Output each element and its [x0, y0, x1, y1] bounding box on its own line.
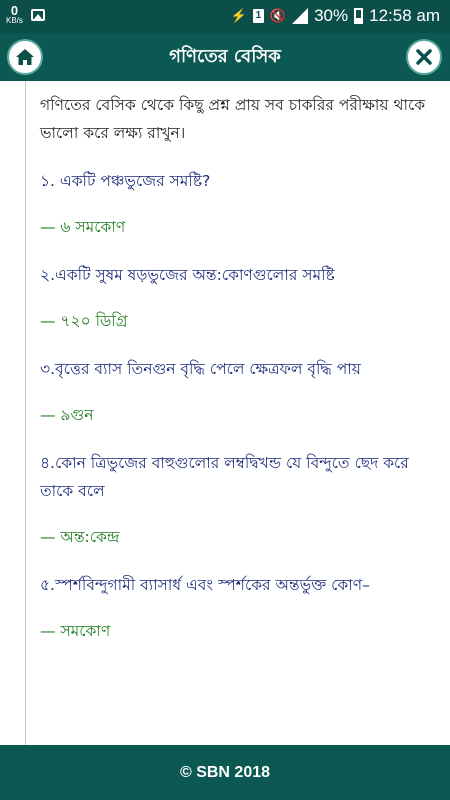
answer-3: — ৯গুন	[40, 406, 94, 424]
close-button[interactable]	[406, 39, 442, 75]
answer-1: — ৬ সমকোণ	[40, 218, 126, 236]
answer-2: — ৭২০ ডিগ্রি	[40, 312, 128, 330]
question-1: ১. একটি পঞ্চভুজের সমষ্টি?	[40, 172, 211, 190]
question-2: ২.একটি সুষম ষড়ভুজের অন্ত:কোণগুলোর সমষ্ট…	[40, 266, 335, 284]
home-icon	[16, 49, 34, 65]
gallery-notification-icon	[30, 8, 45, 21]
battery-saver-icon: ⚡	[230, 8, 247, 23]
close-icon	[416, 49, 432, 65]
battery-percentage: 30%	[314, 6, 349, 25]
network-speed-unit: KB/s	[6, 16, 23, 25]
page-title: গণিতের বেসিক	[169, 46, 281, 67]
battery-icon	[354, 8, 364, 24]
app-bar: গণিতের বেসিক	[0, 33, 450, 81]
home-button[interactable]	[7, 39, 43, 75]
copyright-text: © SBN 2018	[179, 764, 271, 781]
question-4: ৪.কোন ত্রিভুজের বাহুগুলোর লম্বদ্বিখন্ড য…	[40, 454, 409, 500]
intro-text: গণিতের বেসিক থেকে কিছু প্রশ্ন প্রায় সব …	[40, 96, 426, 142]
question-3: ৩.বৃত্তের ব্যাস তিনগুন বৃদ্ধি পেলে ক্ষেত…	[40, 360, 361, 378]
answer-5: — সমকোণ	[40, 622, 111, 640]
mute-icon: 🔇	[269, 8, 287, 23]
footer: © SBN 2018	[0, 745, 450, 800]
question-5: ৫.স্পর্শবিন্দুগামী ব্যাসার্ধ এবং স্পর্শক…	[40, 576, 370, 594]
answer-4: — অন্ত:কেন্দ্র	[40, 528, 120, 546]
status-bar: 0 KB/s ⚡ 1 🔇 30% 12:58 am	[0, 0, 450, 33]
clock: 12:58 am	[369, 6, 440, 25]
sim-slot-icon: 1	[252, 9, 264, 23]
content-panel[interactable]: গণিতের বেসিক থেকে কিছু প্রশ্ন প্রায় সব …	[25, 81, 450, 745]
signal-icon	[292, 8, 309, 24]
network-speed-indicator: 0 KB/s	[6, 4, 23, 25]
